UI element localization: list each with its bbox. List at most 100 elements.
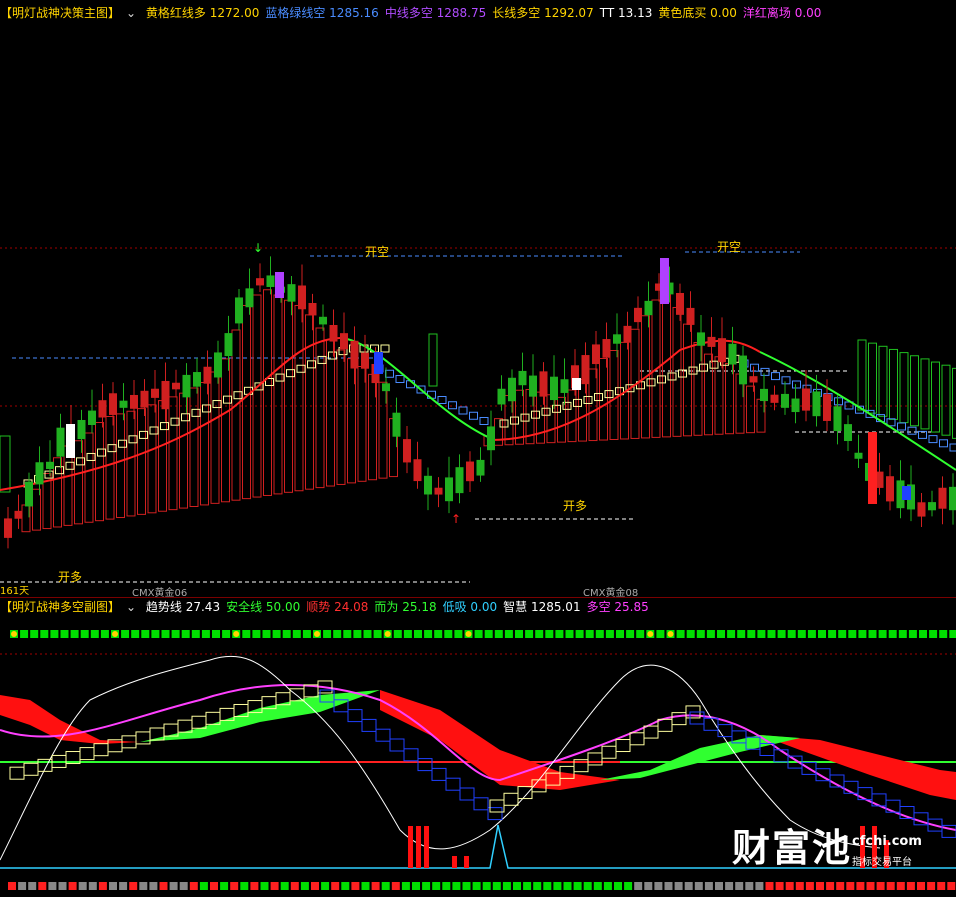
signal-dot-bottom [341, 882, 350, 890]
ladder-box [541, 407, 551, 416]
ladder-box [149, 426, 159, 435]
bottom-left-days: 161天 [0, 586, 30, 597]
signal-dot [383, 630, 392, 638]
signal-dot [626, 630, 635, 638]
ladder-box [223, 395, 232, 404]
ladder-box-blue [939, 439, 948, 448]
ladder-box-blue [928, 435, 938, 444]
band-bar-green [0, 435, 11, 493]
signal-dot-bottom [715, 882, 723, 890]
sub-ladder-box-blue [871, 793, 887, 807]
signal-dot-bottom [735, 882, 744, 890]
band-bar [74, 440, 83, 525]
ladder-box [107, 444, 117, 453]
signal-dot [464, 630, 473, 638]
signal-dot-bottom [8, 882, 16, 890]
candle-body [35, 462, 44, 485]
candle-body [592, 344, 600, 365]
sub-ladder-box [289, 688, 305, 702]
signal-dot [454, 630, 463, 638]
candle-body [275, 272, 284, 298]
signal-dot [100, 630, 109, 638]
red-ribbon [0, 695, 140, 744]
candle-body [455, 467, 464, 494]
signal-dot [10, 630, 18, 638]
signal-dot [353, 630, 362, 638]
sub-ladder-box-blue [403, 748, 419, 762]
signal-dot [30, 630, 39, 638]
candle-body [434, 487, 443, 495]
ladder-box [380, 344, 390, 353]
sub-ladder-box-blue [473, 797, 489, 811]
signal-dot [40, 630, 49, 638]
candle-body [623, 325, 632, 343]
signal-dot [191, 630, 200, 638]
signal-dot-bottom [58, 882, 67, 890]
candle-body [660, 258, 669, 304]
candle-body [119, 400, 128, 408]
signal-dot-bottom [139, 882, 148, 890]
band-bar [672, 307, 682, 437]
signal-dot [403, 630, 412, 638]
candle-body [802, 388, 810, 411]
sub-indicator-6: 多空 25.85 [586, 600, 649, 614]
signal-dot [434, 630, 443, 638]
signal-dot-bottom [240, 882, 249, 890]
ladder-box [657, 375, 666, 384]
signal-dot [858, 630, 867, 638]
sub-ladder-box-blue [375, 728, 391, 742]
signal-dot-bottom [553, 882, 562, 890]
candle-body [739, 355, 747, 385]
buy-arrow-icon: ↓ [253, 241, 263, 255]
candle-body [382, 383, 390, 392]
sub-indicator-title[interactable]: 【明灯战神多空副图】 [0, 600, 120, 614]
band-bar [95, 422, 104, 522]
signal-dot [111, 630, 119, 638]
sub-ladder-box-blue [703, 717, 719, 731]
signal-dot [636, 630, 645, 638]
ladder-box [233, 391, 243, 400]
signal-dot-bottom [270, 882, 279, 890]
signal-dot-bottom [321, 882, 330, 890]
ladder-box [128, 435, 138, 444]
signal-dot [393, 630, 402, 638]
sub-ladder-box-blue [431, 767, 447, 781]
sub-ladder-box [247, 700, 263, 714]
signal-dot-bottom [149, 882, 158, 890]
band-bar [116, 413, 125, 519]
candle-body [949, 486, 956, 511]
signal-dot [70, 630, 79, 638]
sub-ladder-box [23, 762, 39, 776]
signal-dot-bottom [644, 882, 653, 890]
signal-dot [848, 630, 857, 638]
signal-dot-bottom [492, 882, 501, 890]
candle-body [634, 307, 642, 323]
sub-ladder-box [37, 758, 53, 772]
candle-body [25, 481, 33, 507]
signal-dot-bottom [947, 882, 956, 890]
signal-dot-bottom [452, 882, 461, 890]
signal-dot-bottom [725, 882, 734, 890]
signal-dot [60, 630, 69, 638]
chevron-down-icon[interactable]: ⌄ [126, 600, 136, 614]
red-signal-bar [464, 856, 469, 868]
contract-label-2: CMX黄金08 [583, 588, 639, 599]
signal-dot [282, 630, 291, 638]
signal-dot-bottom [775, 882, 784, 890]
signal-dot-bottom [250, 882, 259, 890]
band-bar [252, 294, 262, 498]
signal-dot-bottom [391, 882, 400, 890]
band-bar [263, 289, 272, 496]
signal-dot [797, 630, 806, 638]
candlestick-chart[interactable]: ↓↑ [0, 0, 956, 597]
sub-ladder-box [205, 711, 221, 725]
candle-body [46, 461, 54, 469]
signal-dot [838, 630, 847, 638]
signal-dot [343, 630, 352, 638]
ladder-box [531, 410, 540, 419]
sub-ladder-box [303, 684, 319, 698]
band-bar [168, 396, 178, 511]
signal-dot-bottom [805, 882, 814, 890]
signal-dot [302, 630, 311, 638]
signal-dot-bottom [311, 882, 319, 890]
